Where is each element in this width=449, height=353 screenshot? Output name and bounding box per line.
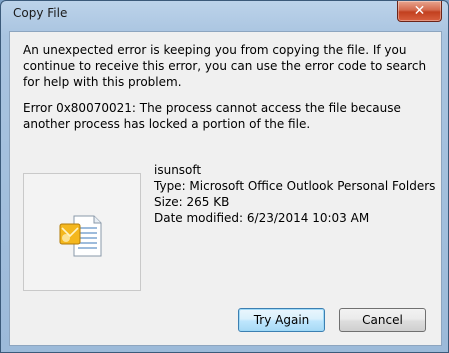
- file-date-modified: Date modified: 6/23/2014 10:03 AM: [154, 211, 370, 225]
- cancel-button[interactable]: Cancel: [339, 308, 426, 332]
- outlook-pst-file-icon: [59, 215, 102, 257]
- close-icon: ✕: [413, 3, 426, 19]
- dialog-title: Copy File: [13, 6, 68, 20]
- file-size: Size: 265 KB: [154, 195, 230, 209]
- title-bar[interactable]: Copy File ✕: [1, 1, 448, 31]
- error-code-message: Error 0x80070021: The process cannot acc…: [23, 101, 401, 131]
- try-again-button[interactable]: Try Again: [238, 308, 325, 332]
- file-name: isunsoft: [154, 163, 202, 177]
- close-button[interactable]: ✕: [397, 1, 442, 22]
- copy-file-dialog: Copy File ✕ An unexpected error is keepi…: [0, 0, 449, 353]
- error-message: An unexpected error is keeping you from …: [23, 43, 427, 89]
- file-info: isunsoft Type: Microsoft Office Outlook …: [154, 162, 435, 226]
- file-type: Type: Microsoft Office Outlook Personal …: [154, 179, 436, 193]
- dialog-content: An unexpected error is keeping you from …: [9, 31, 442, 346]
- file-preview: [23, 173, 141, 291]
